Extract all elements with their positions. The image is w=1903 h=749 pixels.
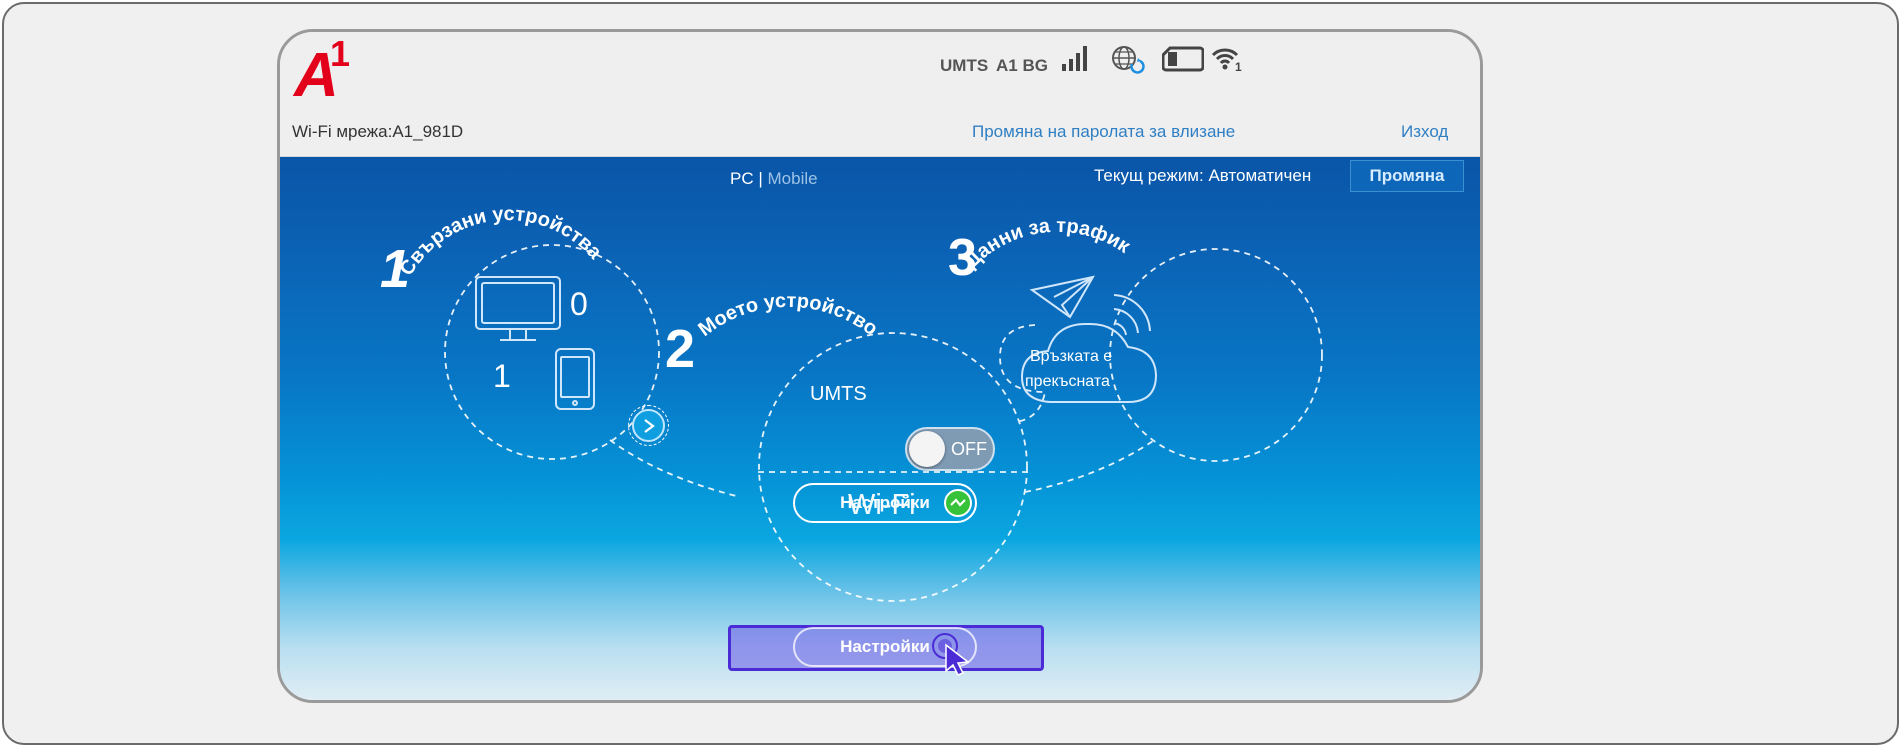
wifi-label: Wi-Fi — [848, 489, 916, 521]
view-separator: | — [758, 169, 763, 188]
change-mode-button[interactable]: Промяна — [1350, 160, 1464, 192]
my-device-circle — [758, 332, 1028, 602]
sim-card-icon — [1162, 46, 1204, 72]
logout-link[interactable]: Изход — [1401, 122, 1448, 142]
umts-label: UMTS — [810, 383, 867, 405]
svg-text:1: 1 — [330, 33, 350, 74]
my-device-number: 2 — [665, 319, 695, 379]
connection-status-line1: Връзката е — [1030, 348, 1113, 365]
view-pc[interactable]: PC — [730, 169, 754, 188]
router-web-panel: A 1 Wi-Fi мрежа:A1_981D UMTS A1 BG 1 Про… — [277, 29, 1483, 703]
devices-more-button[interactable] — [632, 409, 665, 442]
cursor-pointer-icon — [932, 633, 970, 676]
phones-count: 1 — [493, 358, 511, 394]
main-dashboard: 1 Свързани устройства 2 Моето устройство… — [280, 157, 1480, 700]
umts-toggle[interactable]: OFF — [905, 427, 995, 471]
connection-status-line2: прекъсната — [1025, 373, 1110, 390]
dashboard-graphics: 1 Свързани устройства 2 Моето устройство… — [380, 203, 1323, 602]
current-mode: Текущ режим: Автоматичен — [1094, 166, 1312, 185]
view-switch: PC | Mobile — [730, 169, 818, 189]
toggle-state: OFF — [951, 439, 987, 459]
my-device-title: Моето устройство — [694, 290, 881, 341]
chevron-right-icon — [643, 418, 655, 433]
wifi-client-count: 1 — [1235, 60, 1242, 74]
traffic-circle — [1109, 248, 1323, 462]
network-type: UMTS — [940, 56, 989, 75]
devices-title: Свързани устройства — [396, 203, 607, 280]
wifi-network-name: Wi-Fi мрежа:A1_981D — [292, 122, 464, 141]
computers-count: 0 — [570, 286, 588, 322]
signal-waves-icon — [1113, 294, 1151, 336]
computer-icon — [475, 276, 561, 341]
traffic-title: Данни за трафик — [961, 215, 1135, 273]
wifi-settings-label: Настройки — [840, 637, 930, 656]
change-password-link[interactable]: Промяна на паролата за влизане — [972, 122, 1235, 142]
toggle-knob — [909, 431, 945, 467]
operator-name: A1 BG — [996, 56, 1048, 75]
globe-sync-icon[interactable] — [1110, 44, 1146, 74]
signal-bars-icon — [1062, 46, 1087, 71]
view-mobile[interactable]: Mobile — [768, 169, 818, 188]
connector-right — [1024, 438, 1157, 493]
phone-icon — [555, 348, 595, 410]
header: A 1 Wi-Fi мрежа:A1_981D UMTS A1 BG 1 Про… — [280, 32, 1480, 157]
a1-logo[interactable]: A 1 — [280, 32, 380, 112]
connection-link-icon — [944, 489, 972, 517]
connector-left — [609, 439, 741, 498]
paper-plane-icon — [1029, 275, 1095, 319]
